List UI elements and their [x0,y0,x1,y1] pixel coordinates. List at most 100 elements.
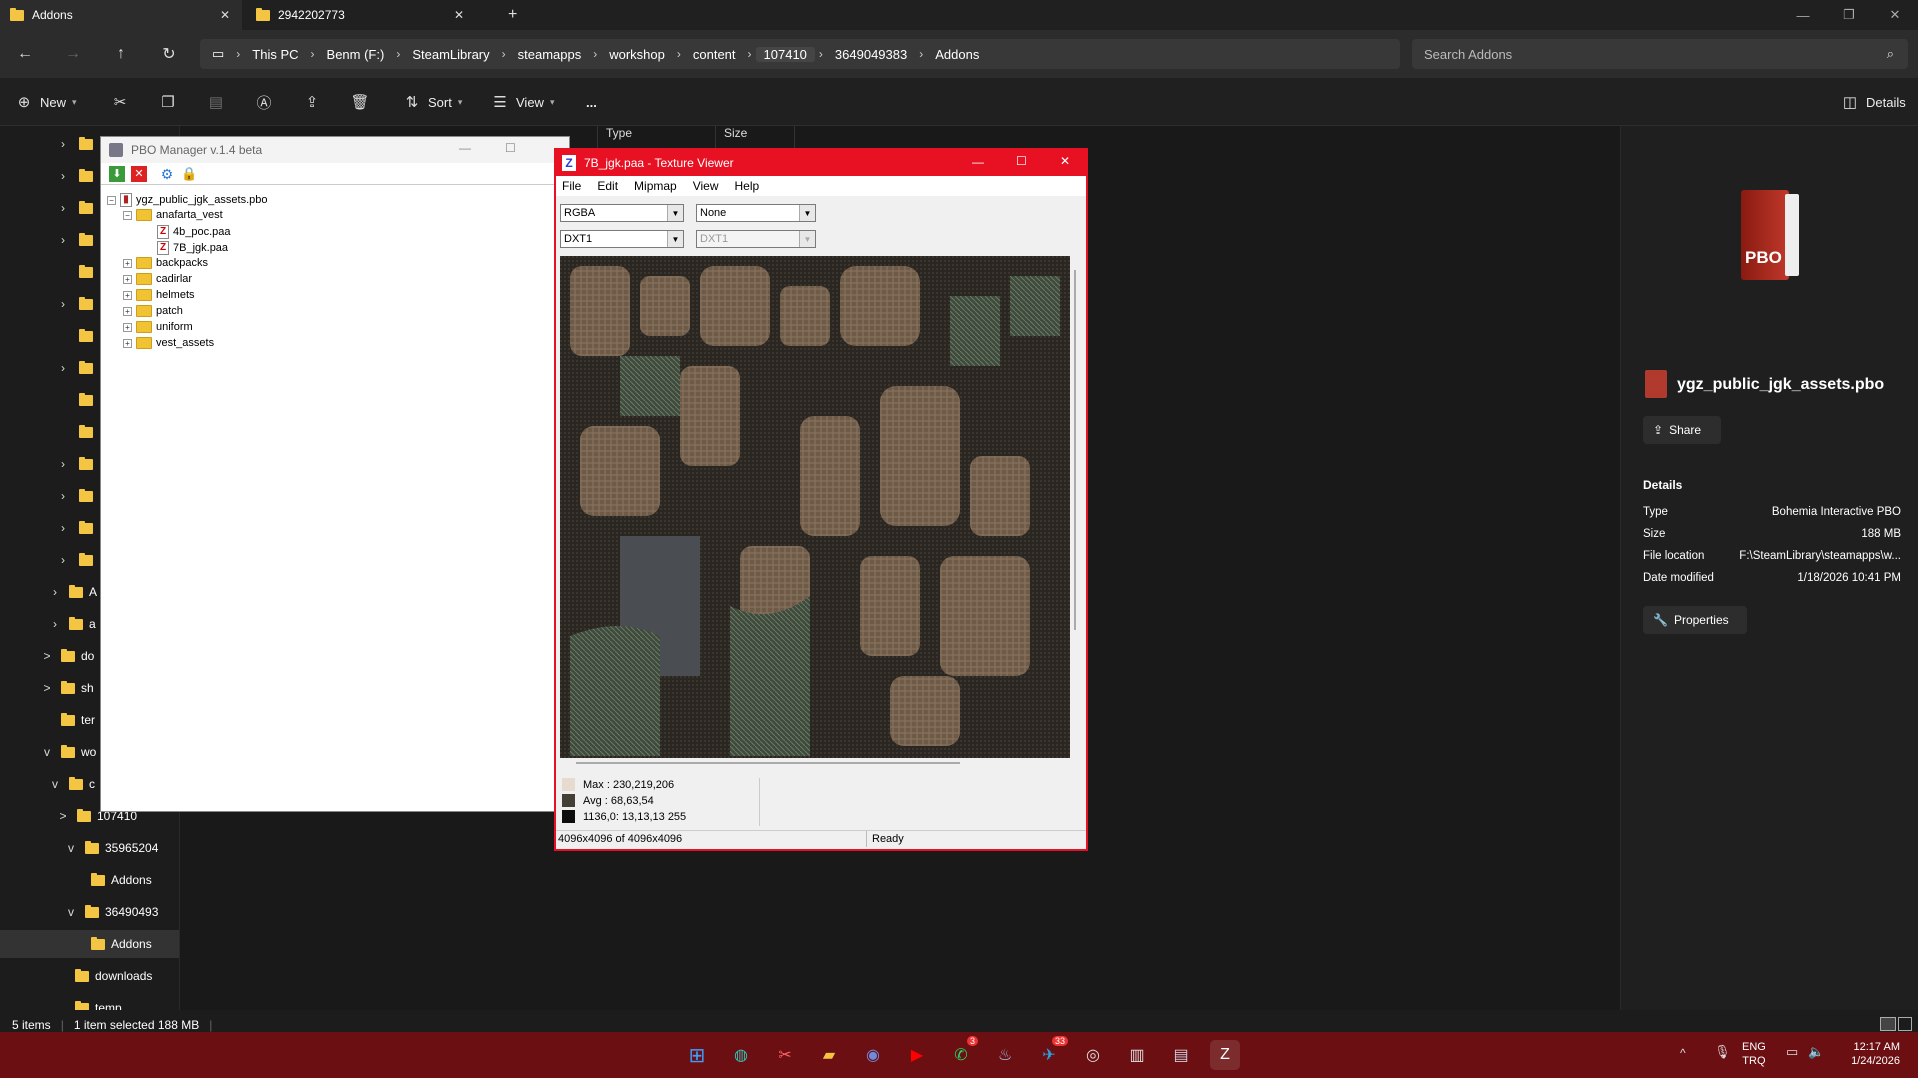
close-tab-icon[interactable]: ✕ [454,8,464,22]
maximize-icon[interactable]: ☐ [505,141,516,155]
share-button[interactable]: ⇪ [302,90,322,114]
chevron-right-icon: › [61,169,65,183]
youtube-icon[interactable]: ▶ [902,1040,932,1070]
details-button[interactable]: ◫ Details [1840,90,1906,114]
close-window-icon[interactable]: ✕ [1872,0,1918,30]
start-icon[interactable]: ⊞ [682,1040,712,1070]
breadcrumb-3649049383[interactable]: 3649049383 [827,47,915,62]
tree-folder-helmets[interactable]: + helmets [123,289,195,301]
breadcrumb-drive[interactable]: Benm (F:) [319,47,393,62]
share-label: Share [1669,423,1702,437]
texture-preview[interactable] [560,256,1070,758]
microphone-icon[interactable]: 🎙 [1714,1044,1731,1060]
menu-help[interactable]: Help [735,179,760,193]
sort-button[interactable]: ⇅ Sort ▾ [402,90,463,114]
volume-icon[interactable]: 🔈 [1808,1044,1824,1060]
minimize-icon[interactable]: — [1780,0,1826,30]
paste-button[interactable]: ▤ [206,90,226,114]
clock[interactable]: 12:17 AM 1/24/2026 [1840,1040,1900,1068]
sidebar-item-downloads[interactable]: downloads [0,962,179,990]
filter-select[interactable]: None ▼ [696,204,816,222]
refresh-icon[interactable]: ↻ [156,42,182,66]
close-icon[interactable]: ✕ [1060,154,1070,168]
steam-icon[interactable]: ♨ [990,1040,1020,1070]
arma-launcher-icon[interactable]: ▥ [1122,1040,1152,1070]
menu-file[interactable]: File [562,179,581,193]
breadcrumb-workshop[interactable]: workshop [601,47,673,62]
file-explorer-icon[interactable]: ▰ [814,1040,844,1070]
texture-viewer-statusbar: 4096x4096 of 4096x4096 Ready [556,830,1086,848]
close-tab-icon[interactable]: ✕ [220,8,230,22]
tree-folder-cadirlar[interactable]: + cadirlar [123,273,192,285]
tree-file-7b-jgk[interactable]: Z 7B_jgk.paa [157,241,228,255]
tree-folder-uniform[interactable]: + uniform [123,321,193,333]
properties-button[interactable]: 🔧 Properties [1643,606,1747,634]
format-select[interactable]: DXT1 ▼ [560,230,684,248]
tray-chevron-icon[interactable]: ^ [1680,1046,1686,1060]
more-options-button[interactable]: ... [586,90,597,114]
up-icon[interactable]: ↑ [108,42,134,66]
address-bar[interactable]: ▭ › This PC › Benm (F:) › SteamLibrary › st… [200,39,1400,69]
tab-addons[interactable]: Addons ✕ [0,0,242,30]
restore-icon[interactable]: ❐ [1826,0,1872,30]
tree-folder-backpacks[interactable]: + backpacks [123,257,208,269]
column-size[interactable]: Size [715,126,795,148]
breadcrumb-107410[interactable]: 107410 [755,46,815,62]
discord-icon[interactable]: ◉ [858,1040,888,1070]
tree-folder-vest-assets[interactable]: + vest_assets [123,337,214,349]
texture-viewer-taskbar-icon[interactable]: Z [1210,1040,1240,1070]
breadcrumb-this-pc[interactable]: This PC [244,47,306,62]
breadcrumb-steamlibrary[interactable]: SteamLibrary [404,47,497,62]
column-type[interactable]: Type [597,126,715,148]
input-language[interactable]: ENG TRQ [1742,1040,1766,1068]
tree-folder-anafarta-vest[interactable]: − anafarta_vest [123,209,223,221]
minimize-icon[interactable]: — [459,141,471,155]
pbo-manager-taskbar-icon[interactable]: ▤ [1166,1040,1196,1070]
sidebar-item-addons-1[interactable]: Addons [0,866,179,894]
sidebar-item-36490493[interactable]: v 36490493 [0,898,179,926]
details-view-icon[interactable] [1880,1017,1896,1031]
obs-icon[interactable]: ◎ [1078,1040,1108,1070]
menu-view[interactable]: View [693,179,719,193]
minimize-icon[interactable]: — [972,155,984,169]
sidebar-item-35965204[interactable]: v 35965204 [0,834,179,862]
sidebar-item-temp[interactable]: temp [0,994,179,1010]
menu-edit[interactable]: Edit [597,179,618,193]
breadcrumb-content[interactable]: content [685,47,744,62]
new-tab-button[interactable]: + [498,0,527,30]
tree-folder-patch[interactable]: + patch [123,305,183,317]
back-icon[interactable]: ← [12,42,38,66]
breadcrumb-addons[interactable]: Addons [927,47,987,62]
breadcrumb-steamapps[interactable]: steamapps [510,47,590,62]
paa-file-icon: Z [157,225,169,239]
lock-icon[interactable]: 🔒 [181,166,197,182]
telegram-icon[interactable]: ✈ 33 [1034,1036,1068,1070]
forward-icon[interactable]: → [60,42,86,66]
cut-button[interactable]: ✂ [110,90,130,114]
copy-button[interactable]: ❐ [158,90,178,114]
tiles-view-icon[interactable] [1898,1017,1912,1031]
view-button[interactable]: ☰ View ▾ [490,90,554,114]
sidebar-item-addons-selected[interactable]: Addons [0,930,179,958]
delete-button[interactable]: 🗑 [350,90,370,114]
edge-icon[interactable]: ◍ [726,1040,756,1070]
tree-file-4b-poc[interactable]: Z 4b_poc.paa [157,225,231,239]
delete-icon[interactable]: ✕ [131,166,147,182]
extract-icon[interactable]: ⬇ [109,166,125,182]
horizontal-scrollbar[interactable] [576,762,960,764]
maximize-icon[interactable]: ☐ [1016,154,1027,168]
network-icon[interactable]: ▭ [1786,1044,1798,1060]
share-file-button[interactable]: ⇪ Share [1643,416,1721,444]
tree-root[interactable]: − ▮ ygz_public_jgk_assets.pbo [107,193,267,207]
search-input[interactable]: Search Addons ⌕ [1412,39,1908,69]
channel-select[interactable]: RGBA ▼ [560,204,684,222]
rename-button[interactable]: Ⓐ [254,90,274,114]
tab-2942202773[interactable]: 2942202773 ✕ [246,0,476,30]
snipping-tool-icon[interactable]: ✂ [770,1040,800,1070]
settings-icon[interactable]: ⚙ [159,166,175,182]
new-button[interactable]: ⊕ New ▾ [14,90,77,114]
vertical-scrollbar[interactable] [1074,270,1076,630]
whatsapp-icon[interactable]: ✆ 3 [946,1036,978,1070]
menu-mipmap[interactable]: Mipmap [634,179,677,193]
pbo-app-icon [109,143,123,157]
